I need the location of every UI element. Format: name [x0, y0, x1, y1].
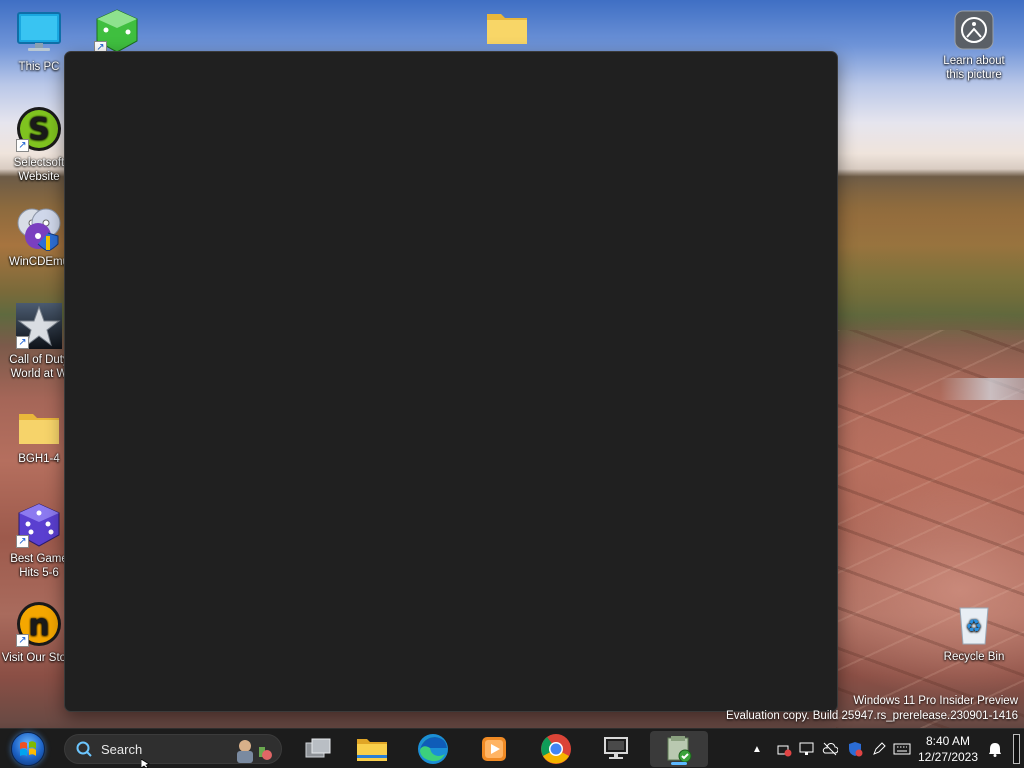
- taskbar-installer[interactable]: [650, 731, 708, 767]
- show-desktop-button[interactable]: [1010, 729, 1022, 768]
- folder-icon: [16, 408, 62, 448]
- search-placeholder: Search: [101, 741, 143, 757]
- desktop-icon-learn-about-picture[interactable]: Learn about this picture: [935, 10, 1013, 82]
- tray-icon-6[interactable]: [892, 729, 912, 768]
- green-dice-icon: ↗: [94, 8, 140, 54]
- taskbar-remote-desktop[interactable]: [596, 729, 636, 768]
- wallpaper-sea: [940, 378, 1024, 400]
- search-bar[interactable]: Search: [64, 734, 282, 764]
- bell-icon: [989, 743, 1001, 757]
- dice-icon: ↗: [16, 502, 62, 548]
- chrome-icon: [541, 734, 571, 764]
- clock[interactable]: 8:40 AM 12/27/2023: [916, 729, 980, 768]
- tray-icon-4[interactable]: [845, 729, 865, 768]
- tray-overflow-chevron[interactable]: ▲: [750, 729, 764, 768]
- shortcut-arrow-icon: ↗: [16, 634, 29, 647]
- windows-logo-icon: [11, 732, 45, 766]
- pen-icon: [873, 742, 886, 755]
- watermark-edition: Windows 11 Pro Insider Preview: [853, 695, 1018, 707]
- display-icon: [799, 742, 814, 755]
- svg-text:♻: ♻: [966, 616, 982, 637]
- network-error-icon: [777, 745, 792, 757]
- chevron-up-icon: ▲: [752, 743, 762, 755]
- notifications-button[interactable]: [984, 729, 1006, 768]
- show-desktop-strip: [1012, 734, 1020, 764]
- monitor-icon: [16, 10, 62, 56]
- svg-text:S: S: [28, 112, 50, 147]
- wallpaper-cliff: [836, 170, 1024, 330]
- blank-app-window[interactable]: [64, 51, 838, 712]
- taskbar-edge[interactable]: [413, 729, 453, 768]
- taskbar-chrome[interactable]: [536, 729, 576, 768]
- shortcut-arrow-icon: ↗: [16, 139, 29, 152]
- taskbar: Search ▲ 8:40 AM 12/27/2023: [0, 728, 1024, 768]
- tray-icon-3[interactable]: [820, 729, 840, 768]
- watermark-build: Evaluation copy. Build 25947.rs_prerelea…: [726, 710, 1018, 722]
- desktop-icon-recycle-bin[interactable]: ♻ Recycle Bin: [935, 604, 1013, 664]
- tray-icon-2[interactable]: [797, 729, 817, 768]
- desktop-icon-folder[interactable]: [468, 8, 546, 52]
- taskbar-file-explorer[interactable]: [352, 729, 392, 768]
- store-logo-icon: n ↗: [16, 601, 62, 647]
- shortcut-arrow-icon: ↗: [16, 535, 29, 548]
- desktop-icon-label: Recycle Bin: [943, 651, 1005, 663]
- desktop-icon-label: Learn about this picture: [943, 55, 1005, 81]
- tray-icon-1[interactable]: [774, 729, 794, 768]
- cd-disc-icon: [16, 205, 62, 252]
- tray-icon-5[interactable]: [869, 729, 889, 768]
- folder-icon: [357, 739, 387, 761]
- clock-date: 12/27/2023: [917, 750, 979, 764]
- cloud-off-icon: [822, 742, 838, 756]
- keyboard-icon: [893, 743, 911, 755]
- svg-text:n: n: [28, 608, 49, 643]
- build-watermark: Windows 11 Pro Insider Preview Evaluatio…: [726, 694, 1018, 724]
- recycle-bin-icon: ♻: [954, 604, 994, 646]
- search-icon: [76, 741, 92, 757]
- monitor-icon: [604, 737, 628, 759]
- edge-icon: [418, 734, 448, 764]
- shortcut-arrow-icon: ↗: [16, 336, 29, 349]
- taskbar-task-view[interactable]: [298, 729, 338, 768]
- clock-time: 8:40 AM: [925, 734, 971, 748]
- selectsoft-logo-icon: S ↗: [16, 106, 62, 152]
- star-emblem-icon: ↗: [16, 303, 62, 349]
- info-camera-icon: [954, 10, 994, 50]
- installer-icon: [667, 736, 692, 763]
- start-button[interactable]: [6, 729, 50, 768]
- media-player-icon: [482, 737, 506, 761]
- task-view-icon: [305, 738, 331, 758]
- folder-icon: [484, 8, 530, 48]
- search-highlight-illustration-icon: [237, 740, 272, 763]
- mouse-cursor-icon: [141, 759, 150, 768]
- taskbar-media-player[interactable]: [474, 729, 514, 768]
- shield-icon: [849, 742, 863, 757]
